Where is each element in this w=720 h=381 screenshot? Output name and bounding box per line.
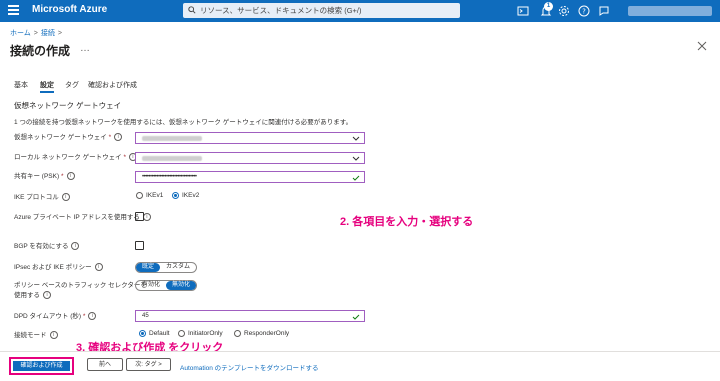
psk-input[interactable]: •••••••••••••••••••••••••••••••••• bbox=[135, 171, 365, 183]
chevron-down-icon bbox=[352, 136, 360, 141]
next-tags-button[interactable]: 次: タグ > bbox=[126, 358, 171, 371]
policy-disable-option[interactable]: 無効化 bbox=[166, 281, 197, 290]
radio-ikev1[interactable]: IKEv1 bbox=[136, 192, 163, 199]
ike-protocol-label: IKE プロトコル i bbox=[14, 193, 70, 203]
checkmark-icon bbox=[352, 175, 360, 181]
section-description: 1 つの接続を持つ仮想ネットワークを使用するには、仮想ネットワーク ゲートウェイ… bbox=[14, 119, 353, 126]
info-icon[interactable]: i bbox=[114, 133, 123, 142]
ipsec-custom-option[interactable]: カスタム bbox=[160, 263, 196, 272]
local-gateway-value-redacted bbox=[142, 156, 202, 161]
connection-mode-label: 接続モード i bbox=[14, 331, 58, 341]
private-ip-checkbox[interactable] bbox=[135, 212, 144, 221]
dpd-timeout-input[interactable]: 45 bbox=[135, 310, 365, 322]
menu-icon[interactable] bbox=[8, 5, 19, 17]
page-title: 接続の作成 bbox=[10, 44, 71, 58]
dpd-timeout-label: DPD タイムアウト (秒) * i bbox=[14, 312, 97, 322]
more-options-button[interactable]: … bbox=[80, 43, 90, 54]
section-title: 仮想ネットワーク ゲートウェイ bbox=[14, 101, 122, 110]
info-icon[interactable]: i bbox=[66, 172, 75, 181]
breadcrumb-separator-tail: > bbox=[57, 30, 62, 37]
svg-text:?: ? bbox=[582, 8, 586, 16]
chevron-down-icon bbox=[352, 156, 360, 161]
info-icon[interactable]: i bbox=[71, 242, 80, 251]
tab-review-create[interactable]: 確認および作成 bbox=[88, 80, 137, 90]
gear-icon[interactable] bbox=[557, 4, 571, 18]
brand-title[interactable]: Microsoft Azure bbox=[32, 4, 107, 15]
cloud-shell-icon[interactable] bbox=[516, 4, 530, 18]
local-gateway-label: ローカル ネットワーク ゲートウェイ * i bbox=[14, 153, 137, 163]
psk-label: 共有キー (PSK) * i bbox=[14, 172, 75, 182]
vnet-gateway-label: 仮想ネットワーク ゲートウェイ * i bbox=[14, 133, 123, 143]
review-create-highlight: 確認および作成 bbox=[9, 357, 74, 375]
info-icon[interactable]: i bbox=[61, 193, 70, 202]
top-nav-bar: Microsoft Azure リソース、サービス、ドキュメントの検索 (G+/… bbox=[0, 0, 720, 22]
info-icon[interactable]: i bbox=[94, 263, 103, 272]
ipsec-policy-label: IPsec および IKE ポリシー i bbox=[14, 263, 103, 273]
info-icon[interactable]: i bbox=[142, 213, 151, 222]
radio-default[interactable]: Default bbox=[139, 330, 170, 337]
info-icon[interactable]: i bbox=[88, 312, 97, 321]
ipsec-default-option[interactable]: 既定 bbox=[136, 263, 161, 272]
local-gateway-dropdown[interactable] bbox=[135, 152, 365, 164]
breadcrumb-home[interactable]: ホーム bbox=[10, 30, 31, 37]
tab-settings[interactable]: 設定 bbox=[40, 80, 54, 93]
tab-tags[interactable]: タグ bbox=[65, 80, 79, 90]
help-icon[interactable]: ? bbox=[577, 4, 591, 18]
notification-badge: 1 bbox=[544, 2, 553, 11]
annotation-step2: 2. 各項目を入力・選択する bbox=[340, 216, 474, 228]
info-icon[interactable]: i bbox=[43, 291, 51, 300]
info-icon[interactable]: i bbox=[49, 331, 58, 340]
policy-enable-option[interactable]: 有効化 bbox=[136, 281, 166, 290]
radio-ikev2[interactable]: IKEv2 bbox=[172, 192, 199, 199]
radio-responder-only[interactable]: ResponderOnly bbox=[234, 330, 289, 337]
close-icon[interactable] bbox=[696, 40, 708, 52]
account-info[interactable] bbox=[628, 6, 712, 16]
checkmark-icon bbox=[352, 314, 360, 320]
breadcrumb-separator: > bbox=[33, 30, 38, 37]
automation-template-link[interactable]: Automation のテンプレートをダウンロードする bbox=[180, 362, 319, 372]
search-input[interactable]: リソース、サービス、ドキュメントの検索 (G+/) bbox=[183, 3, 460, 18]
radio-initiator-only[interactable]: InitiatorOnly bbox=[178, 330, 223, 337]
private-ip-label: Azure プライベート IP アドレスを使用する i bbox=[14, 213, 151, 223]
policy-selector-toggle[interactable]: 有効化 無効化 bbox=[135, 280, 198, 291]
search-placeholder: リソース、サービス、ドキュメントの検索 (G+/) bbox=[200, 6, 362, 15]
feedback-icon[interactable] bbox=[597, 4, 611, 18]
bgp-label: BGP を有効にする i bbox=[14, 242, 80, 252]
search-icon bbox=[188, 6, 196, 14]
previous-button[interactable]: 前へ bbox=[87, 358, 123, 371]
breadcrumb: ホーム > 接続 > bbox=[10, 28, 65, 38]
ipsec-policy-toggle[interactable]: 既定 カスタム bbox=[135, 262, 198, 273]
breadcrumb-connections[interactable]: 接続 bbox=[41, 30, 55, 37]
vnet-gateway-value-redacted bbox=[142, 136, 202, 141]
bgp-checkbox[interactable] bbox=[135, 241, 144, 250]
review-create-button[interactable]: 確認および作成 bbox=[13, 361, 70, 371]
policy-selector-label: ポリシー ベースのトラフィック セレクターを 使用する i bbox=[14, 282, 147, 300]
footer-bar: 確認および作成 前へ 次: タグ > Automation のテンプレートをダウ… bbox=[0, 351, 720, 381]
vnet-gateway-dropdown[interactable] bbox=[135, 132, 365, 144]
tab-basics[interactable]: 基本 bbox=[14, 80, 28, 90]
